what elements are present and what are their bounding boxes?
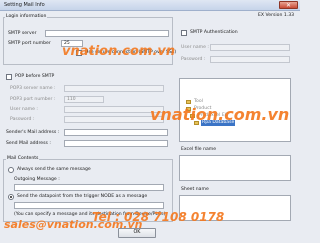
smtp-auth-user-input[interactable] bbox=[210, 44, 290, 51]
send-same-label: Always send the same message bbox=[17, 167, 91, 172]
pop3-port-value: 110 bbox=[67, 97, 76, 102]
pop3-server-input[interactable] bbox=[64, 85, 164, 92]
pop-before-smtp-checkbox[interactable] bbox=[6, 74, 12, 80]
send-address-input[interactable] bbox=[64, 140, 168, 147]
smtp-port-label: SMTP port number bbox=[8, 41, 51, 46]
pop-before-smtp-label: POP before SMTP bbox=[15, 74, 55, 79]
trigger-node-input[interactable] bbox=[14, 202, 164, 209]
smtp-auth-checkbox[interactable] bbox=[181, 30, 187, 36]
outgoing-message-label: Outgoing Message : bbox=[14, 177, 60, 182]
smtp-auth-user-label: User name : bbox=[181, 45, 209, 50]
brand-watermark-2: vnation.com.vn bbox=[150, 105, 290, 124]
close-button[interactable]: ✕ bbox=[279, 1, 298, 9]
send-trigger-radio[interactable] bbox=[8, 194, 14, 200]
pop3-user-input[interactable] bbox=[64, 106, 164, 113]
pop3-password-label: Password : bbox=[10, 117, 35, 122]
smtp-auth-password-label: Password : bbox=[181, 57, 206, 62]
login-group-title: Login information bbox=[5, 14, 48, 20]
pop3-password-input[interactable] bbox=[64, 116, 164, 123]
excel-file-label: Excel file name bbox=[181, 147, 217, 152]
sender-address-input[interactable] bbox=[64, 129, 168, 136]
smtp-auth-password-input[interactable] bbox=[210, 56, 290, 63]
pop3-port-input[interactable]: 110 bbox=[64, 96, 104, 103]
sheet-name-label: Sheet name bbox=[181, 187, 209, 192]
excel-file-input[interactable] bbox=[179, 155, 291, 181]
send-trigger-label: Send the datapoint from the trigger NODE… bbox=[17, 194, 148, 199]
smtp-server-input[interactable] bbox=[45, 30, 169, 37]
pop3-port-label: POP3 port number : bbox=[10, 97, 56, 102]
outgoing-message-input[interactable] bbox=[14, 184, 164, 191]
send-same-radio[interactable] bbox=[8, 167, 14, 173]
smtp-server-label: SMTP server bbox=[8, 31, 37, 36]
brand-watermark: vnation.com.vn bbox=[62, 44, 176, 59]
smtp-auth-label: SMTP Authentication bbox=[190, 30, 238, 35]
sender-address-label: Sender's Mail address : bbox=[6, 130, 60, 135]
version-label: EX Version 1.33 bbox=[258, 13, 295, 18]
folder-icon bbox=[186, 100, 191, 104]
mail-contents-title: Mail Contents bbox=[6, 156, 40, 162]
send-address-label: Send Mail address : bbox=[6, 141, 51, 146]
window-title: Setting Mail Info bbox=[4, 2, 45, 8]
title-bar: Setting Mail Info ✕ bbox=[0, 0, 300, 11]
pop3-user-label: User name : bbox=[10, 107, 38, 112]
pop3-server-label: POP3 server name : bbox=[10, 86, 56, 91]
email-watermark: sales@vnation.com.vn bbox=[4, 218, 143, 231]
close-icon: ✕ bbox=[286, 2, 292, 9]
